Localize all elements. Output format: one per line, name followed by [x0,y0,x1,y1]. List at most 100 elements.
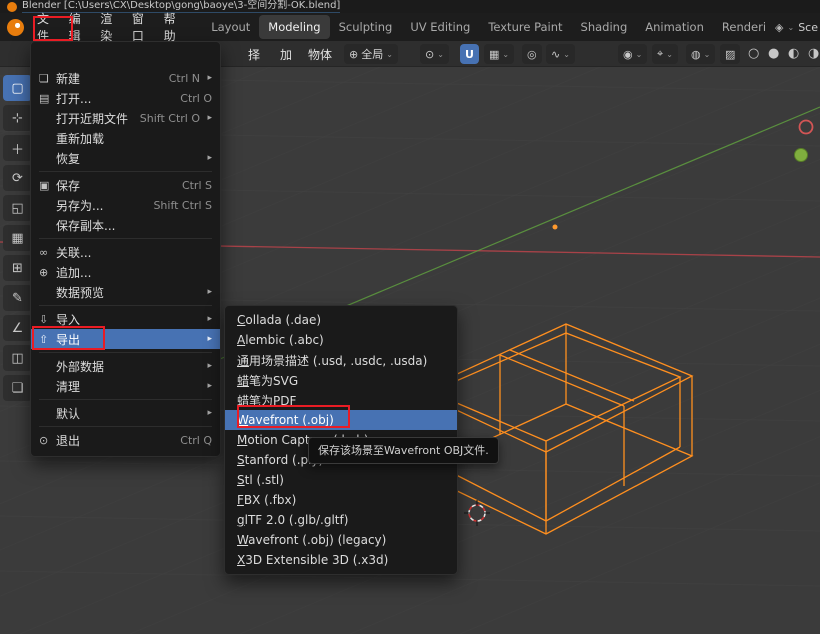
shading-solid-button[interactable]: ● [768,46,779,61]
shading-material-button[interactable]: ◐ [788,46,799,61]
submenu-arrow-icon: ▸ [200,73,212,83]
menu-select[interactable]: 择 [248,41,260,67]
file-menu-item-external-data[interactable]: 外部数据 ▸ [31,356,220,376]
file-menu-item-open-recent[interactable]: 打开近期文件 Shift Ctrl O ▸ [31,108,220,128]
file-menu-item-save-copy[interactable]: 保存副本... [31,215,220,235]
menu-separator [39,426,212,427]
menu-edit[interactable]: 编辑 [60,13,92,41]
submenu-arrow-icon: ▸ [200,153,212,163]
snap-toggle[interactable]: U [460,44,479,64]
tab-animation[interactable]: Animation [636,15,713,39]
visibility-dropdown[interactable]: ◉ ⌄ [618,44,647,64]
submenu-arrow-icon: ▸ [200,381,212,391]
menu-separator [39,171,212,172]
file-menu-item-open[interactable]: ▤ 打开... Ctrl O [31,88,220,108]
menu-item-label: 默认 [56,405,80,422]
tool-measure[interactable]: ∠ [3,315,32,341]
overlays-dropdown[interactable]: ◍ ⌄ [686,44,715,64]
file-menu-item-import[interactable]: ⇩ 导入 ▸ [31,309,220,329]
menu-item-label: Stl (.stl) [237,473,284,487]
proportional-editing-toggle[interactable]: ◎ [522,44,542,64]
export-usd[interactable]: 通用场景描述 (.usd, .usdc, .usda) [225,350,457,370]
object-origin-dot [553,225,558,230]
export-x3d[interactable]: X3D Extensible 3D (.x3d) [225,550,457,570]
gizmos-dropdown[interactable]: ⌖ ⌄ [652,44,678,64]
import-icon: ⇩ [39,313,56,326]
export-stl[interactable]: Stl (.stl) [225,470,457,490]
tool-extra-2[interactable]: ❏ [3,375,32,401]
file-menu-item-save-as[interactable]: 另存为... Shift Ctrl S [31,195,220,215]
export-obj-legacy[interactable]: Wavefront (.obj) (legacy) [225,530,457,550]
append-icon: ⊕ [39,266,56,279]
export-grease-pencil-svg[interactable]: 蜡笔为SVG [225,370,457,390]
tool-cursor[interactable]: ⊹ [3,105,32,131]
menu-render[interactable]: 渲染 [91,13,123,41]
file-menu-item-recover[interactable]: 恢复 ▸ [31,148,220,168]
menu-object[interactable]: 物体 [308,41,332,67]
file-menu-item-cleanup[interactable]: 清理 ▸ [31,376,220,396]
transform-orientation-dropdown[interactable]: ⊕ 全局 ⌄ [344,44,398,64]
menu-separator [39,238,212,239]
tool-add-cube[interactable]: ⊞ [3,255,32,281]
gizmo-icon: ⌖ [657,47,663,61]
top-menubar: 文件 编辑 渲染 窗口 帮助 Layout Modeling Sculpting… [0,13,820,41]
submenu-arrow-icon: ▸ [200,287,212,297]
export-alembic[interactable]: Alembic (.abc) [225,330,457,350]
file-menu-item-defaults[interactable]: 默认 ▸ [31,403,220,423]
tab-layout[interactable]: Layout [202,15,259,39]
scene-selector[interactable]: ◈ ⌄ Sce [775,21,820,34]
shading-wireframe-button[interactable]: ○ [748,46,759,61]
file-menu-item-export[interactable]: ⇧ 导出 ▸ [31,329,220,349]
file-menu-item-quit[interactable]: ⊙ 退出 Ctrl Q [31,430,220,450]
tool-extra-1[interactable]: ◫ [3,345,32,371]
xray-toggle[interactable]: ▨ [720,44,740,64]
export-collada[interactable]: Collada (.dae) [225,310,457,330]
menu-file[interactable]: 文件 [28,13,60,41]
menu-help[interactable]: 帮助 [155,13,187,41]
tool-select-box[interactable]: ▢ [3,75,32,101]
menu-add[interactable]: 加 [280,41,292,67]
tool-move[interactable]: ＋ [3,135,32,161]
file-menu-item-data-previews[interactable]: 数据预览 ▸ [31,282,220,302]
link-icon: ∞ [39,246,56,259]
tab-modeling[interactable]: Modeling [259,15,329,39]
menu-item-shortcut: Ctrl O [180,92,212,105]
tool-scale[interactable]: ◱ [3,195,32,221]
menu-item-label: 保存 [56,177,80,194]
menu-item-label: 保存副本... [56,217,115,234]
blender-app-icon[interactable] [7,19,24,36]
menu-separator [39,352,212,353]
export-wavefront-obj[interactable]: Wavefront (.obj) [225,410,457,430]
file-menu-item-revert[interactable]: 重新加载 [31,128,220,148]
tab-uv-editing[interactable]: UV Editing [401,15,479,39]
export-gltf[interactable]: glTF 2.0 (.glb/.gltf) [225,510,457,530]
file-menu-item-link[interactable]: ∞ 关联... [31,242,220,262]
blender-logo-icon [7,2,17,12]
export-fbx[interactable]: FBX (.fbx) [225,490,457,510]
tooltip: 保存该场景至Wavefront OBJ文件. [308,437,499,464]
tool-transform[interactable]: ▦ [3,225,32,251]
menu-item-label: 新建 [56,70,80,87]
snap-target-dropdown[interactable]: ▦ ⌄ [484,44,514,64]
tab-texture-paint[interactable]: Texture Paint [479,15,571,39]
export-grease-pencil-pdf[interactable]: 蜡笔为PDF [225,390,457,410]
pivot-point-dropdown[interactable]: ⊙ ⌄ [420,44,449,64]
submenu-arrow-icon: ▸ [200,361,212,371]
menu-window[interactable]: 窗口 [123,13,155,41]
tab-shading[interactable]: Shading [572,15,637,39]
gizmo-axis-y-icon [795,149,808,162]
falloff-dropdown[interactable]: ∿ ⌄ [546,44,575,64]
menu-item-label: Wavefront (.obj) [237,413,334,427]
tool-annotate[interactable]: ✎ [3,285,32,311]
menu-separator [39,305,212,306]
tab-rendering[interactable]: Renderi [713,15,775,39]
menu-item-label: 恢复 [56,150,80,167]
menu-item-label: 关联... [56,244,91,261]
tool-rotate[interactable]: ⟳ [3,165,32,191]
shading-rendered-button[interactable]: ◑ [808,46,819,61]
tool-shelf: ▢ ⊹ ＋ ⟳ ◱ ▦ ⊞ ✎ ∠ ◫ ❏ [3,75,33,401]
file-menu-item-save[interactable]: ▣ 保存 Ctrl S [31,175,220,195]
file-menu-item-new[interactable]: ❏ 新建 Ctrl N ▸ [31,68,220,88]
file-menu-item-append[interactable]: ⊕ 追加... [31,262,220,282]
tab-sculpting[interactable]: Sculpting [330,15,402,39]
